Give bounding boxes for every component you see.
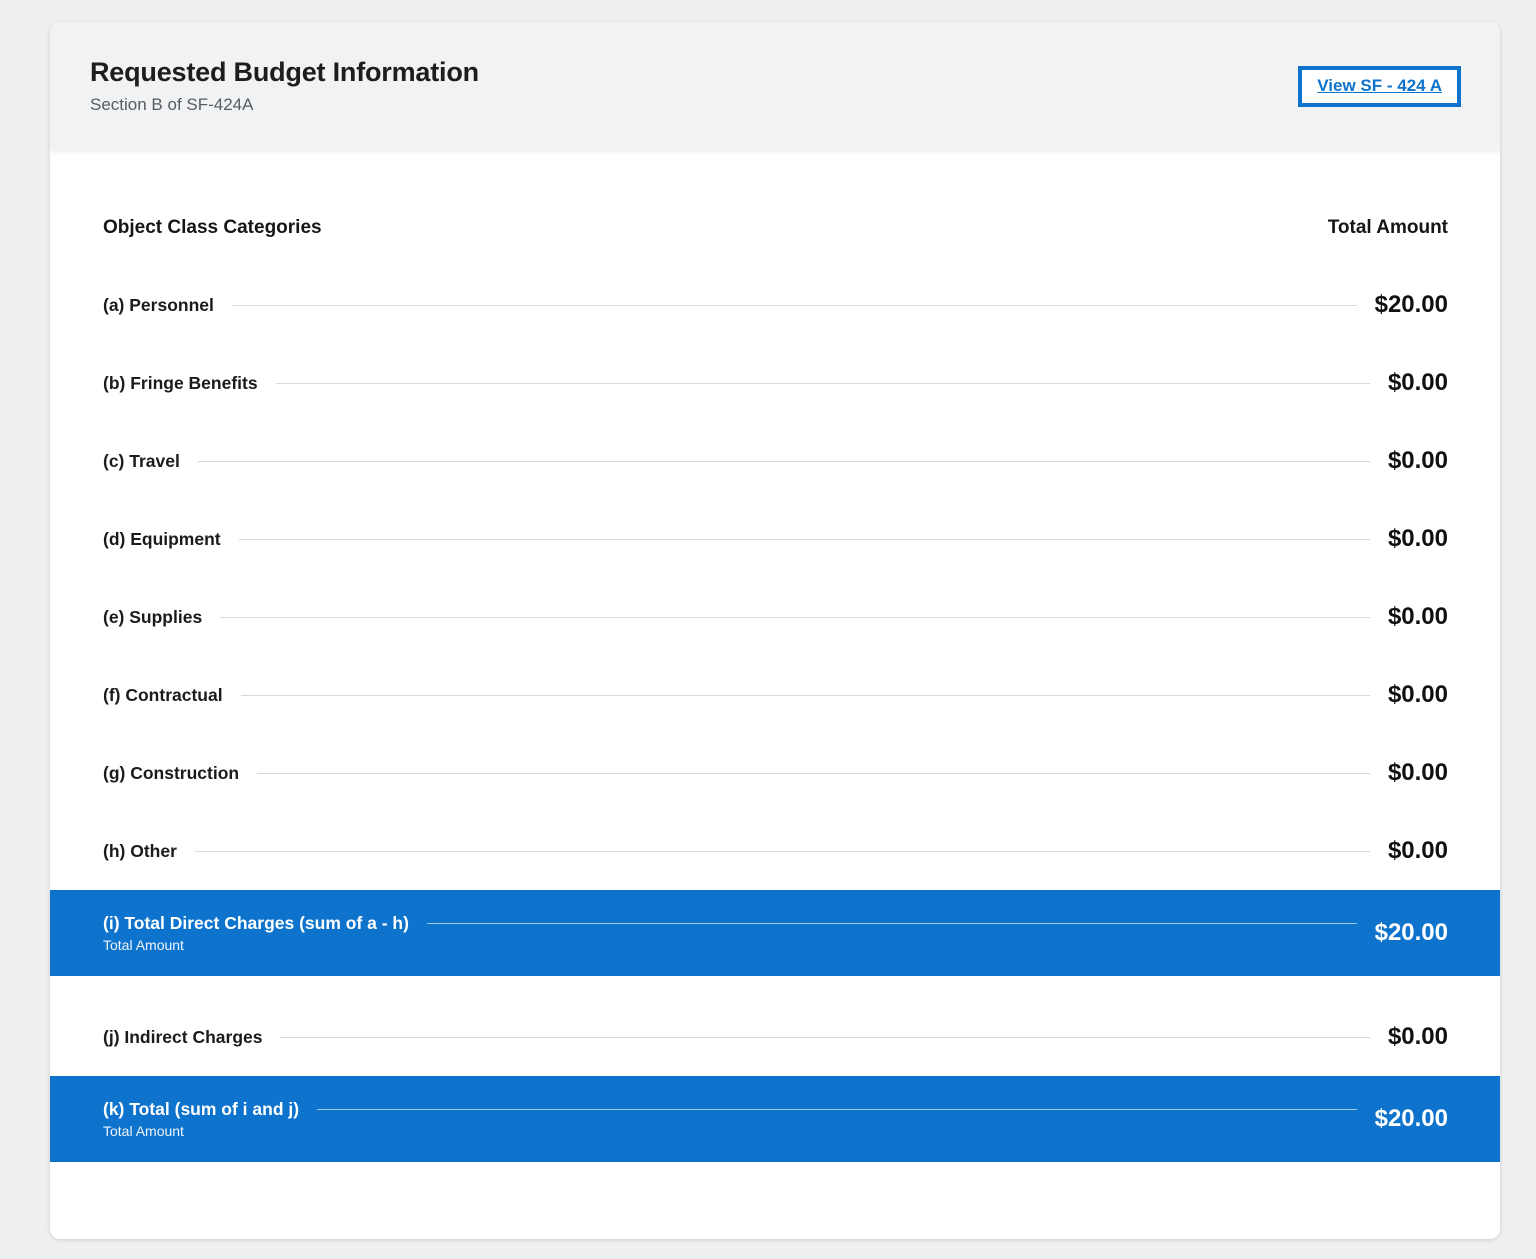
table-header-row: Object Class Categories Total Amount <box>50 210 1500 246</box>
row-amount: $0.00 <box>1388 681 1448 709</box>
budget-row: (b) Fringe Benefits $0.00 <box>50 344 1500 422</box>
row-label: (j) Indirect Charges <box>103 1027 262 1048</box>
header-text: Requested Budget Information Section B o… <box>90 57 479 115</box>
budget-row: (a) Personnel $20.00 <box>50 266 1500 344</box>
card-header: Requested Budget Information Section B o… <box>50 22 1500 150</box>
row-label: (g) Construction <box>103 763 239 784</box>
row-label-line: (k) Total (sum of i and j) <box>103 1099 1375 1120</box>
row-label-block: (k) Total (sum of i and j) Total Amount <box>103 1099 1375 1139</box>
row-label: (h) Other <box>103 841 177 862</box>
row-label: (c) Travel <box>103 451 180 472</box>
row-sublabel: Total Amount <box>103 1123 1375 1139</box>
row-label-line: (i) Total Direct Charges (sum of a - h) <box>103 913 1375 934</box>
budget-row: (h) Other $0.00 <box>50 812 1500 890</box>
row-amount: $0.00 <box>1388 837 1448 865</box>
leader-line <box>198 461 1370 462</box>
leader-line <box>220 617 1370 618</box>
column-header-categories: Object Class Categories <box>103 217 322 239</box>
leader-line <box>276 383 1370 384</box>
row-amount: $0.00 <box>1388 525 1448 553</box>
budget-row: (d) Equipment $0.00 <box>50 500 1500 578</box>
row-label: (e) Supplies <box>103 607 202 628</box>
row-label: (a) Personnel <box>103 295 214 316</box>
budget-row: (j) Indirect Charges $0.00 <box>50 998 1500 1076</box>
leader-line <box>232 305 1357 306</box>
leader-line <box>280 1037 1369 1038</box>
column-header-total-amount: Total Amount <box>1328 217 1448 239</box>
budget-rows: (a) Personnel $20.00 (b) Fringe Benefits $0… <box>50 266 1500 1162</box>
leader-line <box>239 539 1370 540</box>
row-amount: $20.00 <box>1375 919 1448 947</box>
row-label: (i) Total Direct Charges (sum of a - h) <box>103 913 409 934</box>
budget-row: (c) Travel $0.00 <box>50 422 1500 500</box>
row-amount: $0.00 <box>1388 447 1448 475</box>
budget-row: (f) Contractual $0.00 <box>50 656 1500 734</box>
row-amount: $20.00 <box>1375 1105 1448 1133</box>
row-amount: $0.00 <box>1388 603 1448 631</box>
row-label: (d) Equipment <box>103 529 221 550</box>
leader-line <box>257 773 1370 774</box>
view-sf424a-link[interactable]: View SF - 424 A <box>1298 66 1461 107</box>
row-label: (b) Fringe Benefits <box>103 373 258 394</box>
leader-line <box>241 695 1370 696</box>
leader-line <box>427 923 1357 924</box>
budget-row: (i) Total Direct Charges (sum of a - h) T… <box>50 890 1500 976</box>
leader-line <box>317 1109 1357 1110</box>
page-title: Requested Budget Information <box>90 57 479 88</box>
row-amount: $20.00 <box>1375 291 1448 319</box>
page-background: Requested Budget Information Section B o… <box>0 0 1536 1259</box>
row-amount: $0.00 <box>1388 369 1448 397</box>
row-sublabel: Total Amount <box>103 937 1375 953</box>
budget-row: (g) Construction $0.00 <box>50 734 1500 812</box>
requested-budget-card: Requested Budget Information Section B o… <box>50 22 1500 1239</box>
budget-row: (e) Supplies $0.00 <box>50 578 1500 656</box>
row-amount: $0.00 <box>1388 759 1448 787</box>
row-label: (f) Contractual <box>103 685 223 706</box>
budget-table: Object Class Categories Total Amount (a)… <box>50 150 1500 1239</box>
page-subtitle: Section B of SF-424A <box>90 95 479 115</box>
row-label: (k) Total (sum of i and j) <box>103 1099 299 1120</box>
row-label-block: (i) Total Direct Charges (sum of a - h) T… <box>103 913 1375 953</box>
budget-row: (k) Total (sum of i and j) Total Amount$2… <box>50 1076 1500 1162</box>
leader-line <box>195 851 1370 852</box>
row-amount: $0.00 <box>1388 1023 1448 1051</box>
